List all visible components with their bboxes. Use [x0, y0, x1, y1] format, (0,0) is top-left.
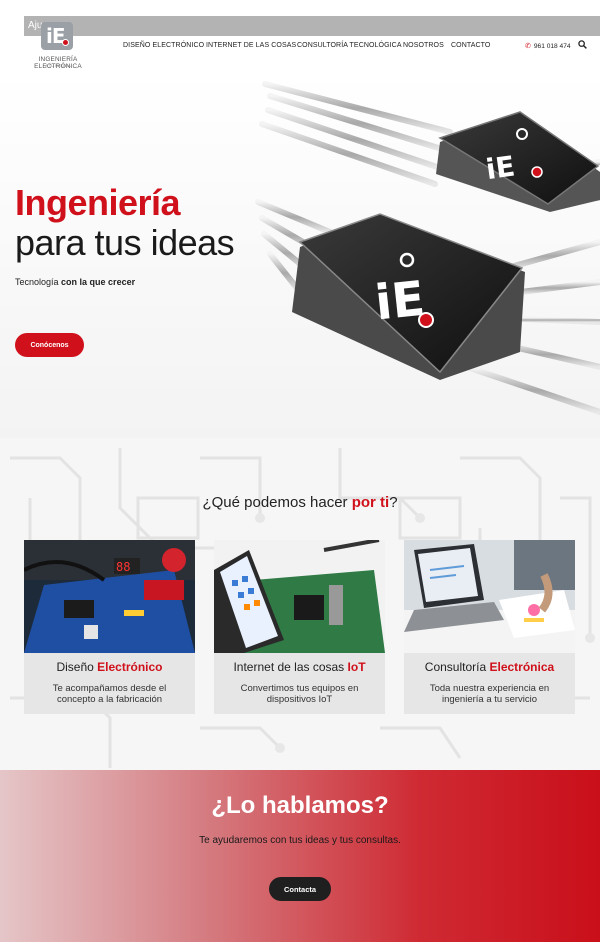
services-section: ¿Qué podemos hacer por ti? 88 Diseño Ele… — [0, 438, 600, 770]
services-title-accent: por ti — [351, 494, 390, 511]
hero-subtitle-pre: Tecnología — [15, 277, 62, 287]
hero-subtitle-bold: con la que crecer — [61, 277, 136, 287]
card-title-accent: Electrónico — [97, 660, 163, 674]
contacta-button[interactable]: Contacta — [269, 877, 331, 901]
cta-subtitle: Te ayudaremos con tus ideas y tus consul… — [199, 835, 401, 846]
card-title-accent: IoT — [347, 660, 366, 674]
nav-item-diseno[interactable]: DISEÑO ELECTRÓNICO — [123, 42, 204, 49]
nav-item-iot[interactable]: INTERNET DE LAS COSAS — [206, 42, 296, 49]
logo[interactable]: iE — [41, 22, 73, 50]
service-card-description: Toda nuestra experiencia en ingeniería a… — [429, 683, 550, 705]
logo-dot — [62, 39, 69, 46]
phone-icon: ✆ — [525, 43, 531, 50]
service-card-title: Internet de las cosas IoT — [214, 660, 385, 674]
admin-bar — [24, 16, 600, 36]
tablet-pcb-image — [214, 540, 385, 653]
services-title-pre: ¿Qué podemos hacer — [202, 494, 352, 511]
card-title-accent: Electrónica — [489, 660, 555, 674]
services-title: ¿Qué podemos hacer por ti? — [0, 494, 600, 511]
service-card-iot[interactable]: Internet de las cosas IoT Convertimos tu… — [214, 540, 385, 714]
nav-item-nosotros[interactable]: NOSOTROS — [403, 42, 444, 49]
card-title-pre: Diseño — [56, 660, 98, 674]
nav-item-contacto[interactable]: CONTACTO — [451, 42, 490, 49]
logo-tagline: A TU MEDIDA — [45, 63, 71, 68]
contact-cta-section: ¿Lo hablamos? Te ayudaremos con tus idea… — [0, 770, 600, 942]
laptop-meeting-image — [404, 540, 575, 653]
service-card-consultoria[interactable]: Consultoría Electrónica Toda nuestra exp… — [404, 540, 575, 714]
phone-link[interactable]: ✆ 961 018 474 — [525, 42, 571, 50]
service-card-description: Convertimos tus equipos en dispositivos … — [240, 683, 359, 705]
service-card-diseno[interactable]: 88 Diseño Electrónico Te acompañamos des… — [24, 540, 195, 714]
service-card-title: Diseño Electrónico — [24, 660, 195, 674]
search-icon[interactable] — [578, 40, 587, 49]
conocenos-button[interactable]: Conócenos — [15, 333, 84, 357]
phone-number: 961 018 474 — [533, 43, 571, 50]
service-card-description: Te acompañamos desde el concepto a la fa… — [52, 683, 167, 705]
card-title-pre: Consultoría — [424, 660, 490, 674]
hero-title: para tus ideas — [15, 222, 235, 263]
card-title-pre: Internet de las cosas — [233, 660, 348, 674]
electronics-board-image: 88 — [24, 540, 195, 653]
hero-section: iE iE Ingeniería para tus ideas Tecnolog… — [0, 72, 600, 438]
services-title-post: ? — [389, 494, 398, 511]
cta-title: ¿Lo hablamos? — [211, 792, 389, 819]
hero-subtitle: Tecnología con la que crecer — [15, 277, 135, 287]
hero-title-accent: Ingeniería — [15, 182, 181, 223]
svg-text:88: 88 — [116, 560, 130, 574]
svg-text:iE: iE — [484, 150, 517, 187]
nav-item-consultoria[interactable]: CONSULTORÍA TECNOLÓGICA — [297, 42, 402, 49]
service-card-title: Consultoría Electrónica — [404, 660, 575, 674]
